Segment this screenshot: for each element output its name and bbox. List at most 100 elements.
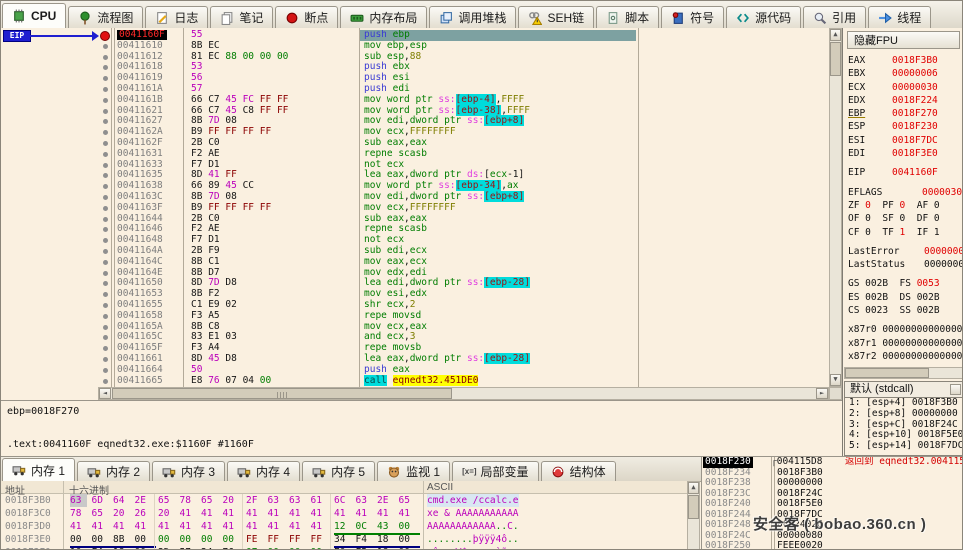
- dump-row[interactable]: 0018F3E000008B0000000000FEFFFFFF34F41800…: [1, 533, 687, 546]
- row-bullet-icon[interactable]: [103, 303, 108, 308]
- tab-references[interactable]: 引用: [803, 6, 866, 28]
- row-bullet-icon[interactable]: [103, 87, 108, 92]
- disasm-row[interactable]: 00411631F2 AErepne scasb: [1, 149, 829, 160]
- disasm-horizontal-scrollbar[interactable]: ◄ ►: [98, 387, 829, 400]
- flag-value[interactable]: 0: [865, 213, 871, 224]
- flag-value[interactable]: 002B: [917, 292, 940, 303]
- row-bullet-icon[interactable]: [103, 173, 108, 178]
- row-bullet-icon[interactable]: [103, 119, 108, 124]
- disasm-row[interactable]: 00411665E8 76 07 04 00call eqnedt32.451D…: [1, 376, 829, 387]
- tab-cpu[interactable]: CPU: [2, 3, 66, 28]
- row-bullet-icon[interactable]: [103, 98, 108, 103]
- flag-value[interactable]: 002B: [865, 278, 888, 289]
- register-row[interactable]: ES 002B DS 002B: [848, 291, 963, 304]
- register-row[interactable]: LastStatus00000000: [848, 258, 963, 271]
- flag-value[interactable]: 0: [900, 200, 906, 211]
- flag-value[interactable]: 1: [934, 227, 940, 238]
- register-row[interactable]: GS 002B FS 0053: [848, 277, 963, 290]
- register-value[interactable]: 00000006: [892, 68, 938, 79]
- register-value[interactable]: 00000030: [892, 82, 938, 93]
- register-row[interactable]: EDX0018F224: [848, 94, 963, 107]
- flag-value[interactable]: 002B: [865, 292, 888, 303]
- row-bullet-icon[interactable]: [103, 238, 108, 243]
- row-bullet-icon[interactable]: [103, 76, 108, 81]
- flag-value[interactable]: 0: [865, 200, 871, 211]
- register-row[interactable]: CF 0 TF 1 IF 1: [848, 226, 963, 239]
- tab-log[interactable]: 日志: [145, 6, 208, 28]
- scroll-left-button[interactable]: ◄: [99, 388, 111, 399]
- register-row[interactable]: ESI0018F7DC: [848, 134, 963, 147]
- scroll-thumb[interactable]: [830, 42, 841, 76]
- flag-value[interactable]: 0: [934, 200, 940, 211]
- flag-value[interactable]: 0: [865, 227, 871, 238]
- tab-memmap[interactable]: 内存布局: [340, 6, 427, 28]
- register-row[interactable]: ZF 0 PF 0 AF 0: [848, 199, 963, 212]
- register-row[interactable]: EFLAGS00000306: [848, 186, 963, 199]
- row-bullet-icon[interactable]: [103, 281, 108, 286]
- tab-threads[interactable]: 线程: [868, 6, 931, 28]
- register-value[interactable]: 0041160F: [892, 167, 938, 178]
- row-bullet-icon[interactable]: [103, 260, 108, 265]
- register-row[interactable]: EAX0018F3B0: [848, 54, 963, 67]
- register-row[interactable]: x87r0 00000000000000000000: [848, 323, 963, 336]
- dump-row[interactable]: 0018F3C078652026204141414141414141414141…: [1, 507, 687, 520]
- breakpoint-dot[interactable]: [100, 31, 110, 41]
- row-bullet-icon[interactable]: [103, 249, 108, 254]
- registers-horizontal-scrollbar[interactable]: [844, 367, 963, 379]
- scroll-right-button[interactable]: ►: [816, 388, 828, 399]
- stack-row[interactable]: 0018F230┌004115D8返回到 eqnedt32.004115D8: [702, 457, 963, 468]
- tab-dump2[interactable]: 内存 2: [77, 461, 150, 481]
- row-bullet-icon[interactable]: [103, 55, 108, 60]
- register-value[interactable]: 00000000: [924, 259, 963, 270]
- scroll-up-button[interactable]: ▲: [688, 482, 699, 494]
- flag-value[interactable]: 0: [934, 213, 940, 224]
- dump-row[interactable]: 0018F3F010F418002D57247607000000E0F51800…: [1, 546, 687, 550]
- dump-row[interactable]: 0018F3B0636D642E657865202F6363616C632E65…: [1, 494, 687, 507]
- dump-vertical-scrollbar[interactable]: ▲: [687, 481, 700, 550]
- flag-value[interactable]: 002B: [917, 305, 940, 316]
- register-row[interactable]: ESP0018F230: [848, 120, 963, 133]
- row-bullet-icon[interactable]: [103, 335, 108, 340]
- tab-dump3[interactable]: 内存 3: [152, 461, 225, 481]
- register-row[interactable]: CS 0023 SS 002B: [848, 304, 963, 317]
- argument-row[interactable]: 5: [esp+14] 0018F7DC: [845, 441, 963, 452]
- row-bullet-icon[interactable]: [103, 346, 108, 351]
- register-value[interactable]: 0018F3E0: [892, 148, 938, 159]
- argument-row[interactable]: 2: [esp+8] 00000000: [845, 409, 963, 420]
- stack-row[interactable]: 0018F250FEEE0020: [702, 541, 963, 550]
- tab-script[interactable]: 脚本: [596, 6, 659, 28]
- tab-seh[interactable]: SEH链: [518, 6, 594, 28]
- tab-source[interactable]: 源代码: [726, 6, 801, 28]
- register-row[interactable]: x87r1 00000000000000000000: [848, 337, 963, 350]
- scroll-up-button[interactable]: ▲: [830, 29, 841, 41]
- tab-dump1[interactable]: 内存 1: [2, 458, 75, 481]
- scroll-down-button[interactable]: ▼: [830, 374, 841, 386]
- row-bullet-icon[interactable]: [103, 314, 108, 319]
- scroll-thumb[interactable]: [845, 368, 929, 378]
- register-value[interactable]: 0018F270: [892, 108, 938, 119]
- row-bullet-icon[interactable]: [103, 163, 108, 168]
- row-bullet-icon[interactable]: [103, 217, 108, 222]
- tab-symbols[interactable]: 符号: [661, 6, 724, 28]
- disasm-row[interactable]: 0041166450push eax: [1, 365, 829, 376]
- register-value[interactable]: 0018F7DC: [892, 135, 938, 146]
- disasm-vertical-scrollbar[interactable]: ▲ ▼: [829, 28, 842, 387]
- dump-row[interactable]: 0018F3D0414141414141414141414141120C4300…: [1, 520, 687, 533]
- row-bullet-icon[interactable]: [103, 379, 108, 384]
- tab-callstack[interactable]: 调用堆栈: [429, 6, 516, 28]
- register-value[interactable]: 0018F230: [892, 121, 938, 132]
- flag-value[interactable]: 0: [900, 213, 906, 224]
- register-value[interactable]: 00000306: [922, 187, 963, 198]
- calling-convention-header[interactable]: 默认 (stdcall): [844, 381, 963, 398]
- register-row[interactable]: ECX00000030: [848, 81, 963, 94]
- register-row[interactable]: EDI0018F3E0: [848, 147, 963, 160]
- register-row[interactable]: EIP0041160F: [848, 166, 963, 179]
- tab-dump4[interactable]: 内存 4: [227, 461, 300, 481]
- register-value[interactable]: 0018F224: [892, 95, 938, 106]
- row-bullet-icon[interactable]: [103, 357, 108, 362]
- row-bullet-icon[interactable]: [103, 152, 108, 157]
- scroll-thumb[interactable]: [112, 388, 452, 399]
- row-bullet-icon[interactable]: [103, 141, 108, 146]
- register-row[interactable]: EBX00000006: [848, 67, 963, 80]
- tab-notes[interactable]: 笔记: [210, 6, 273, 28]
